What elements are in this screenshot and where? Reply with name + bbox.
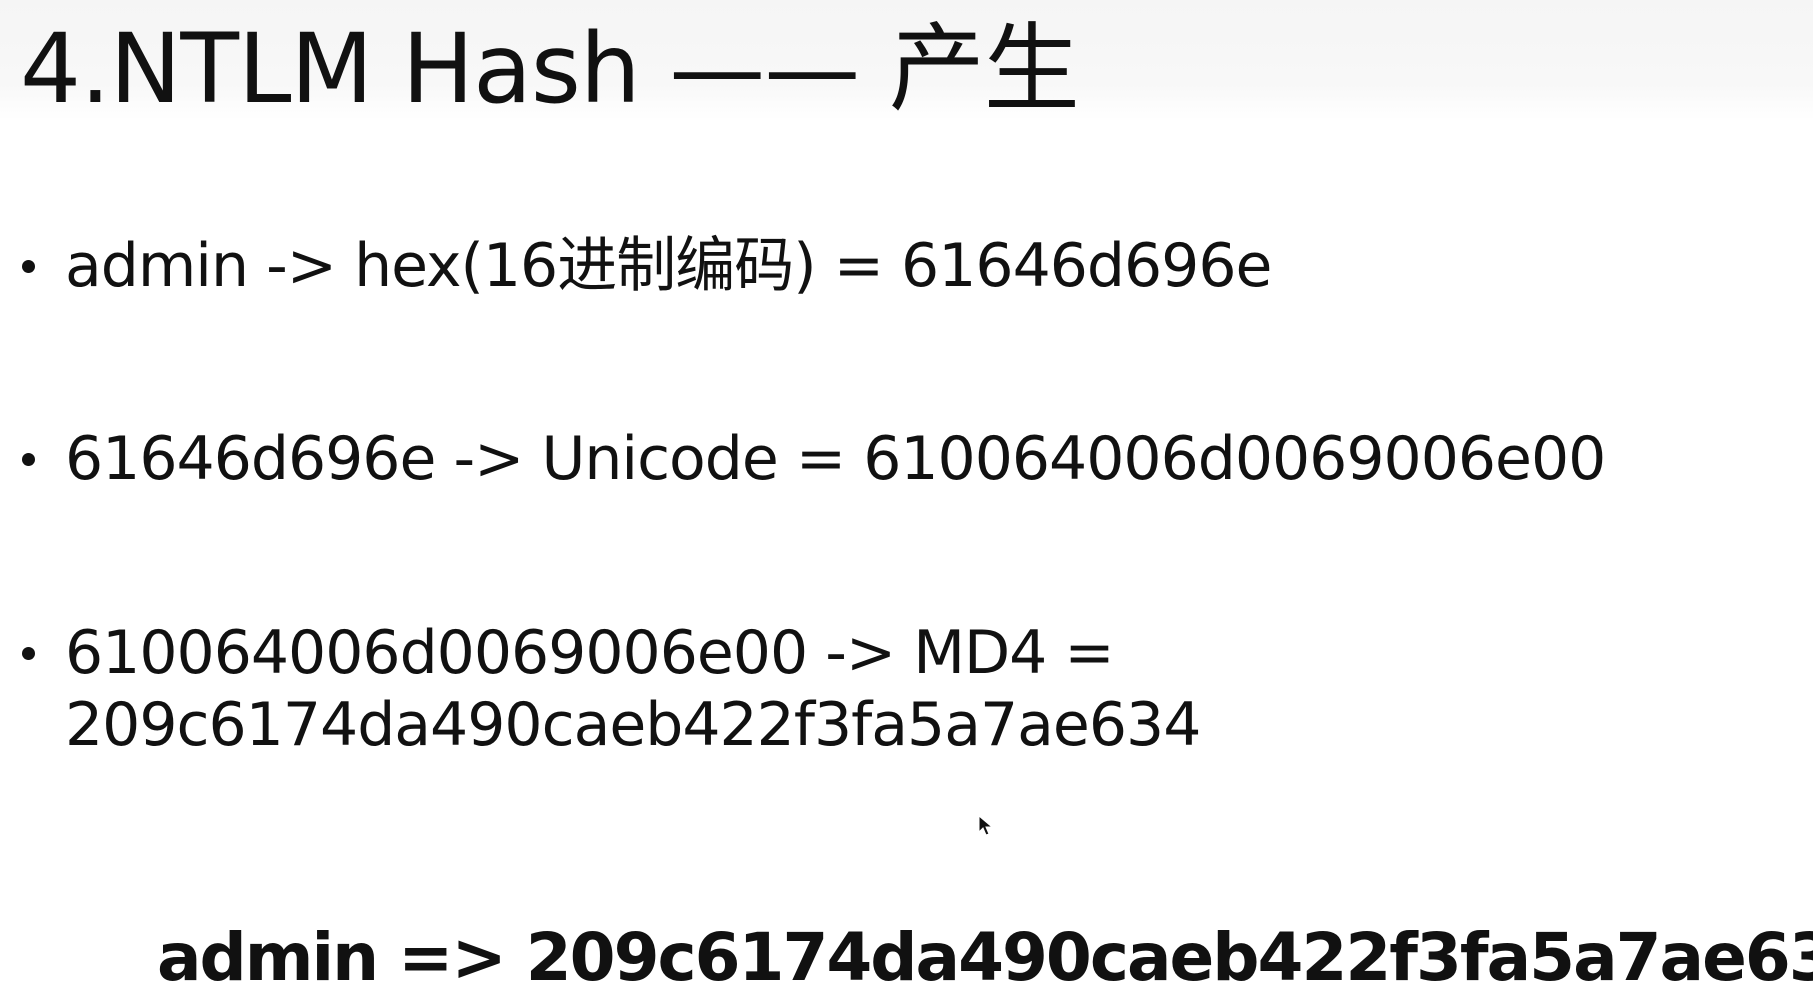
- title-bar: 4.NTLM Hash —— 产生: [0, 0, 1813, 124]
- slide-title: 4.NTLM Hash —— 产生: [20, 13, 1080, 125]
- summary-result: admin => 209c6174da490caeb422f3fa5a7ae63…: [157, 919, 1813, 996]
- bullet-item: 610064006d0069006e00 -> MD4 = 209c6174da…: [22, 617, 1201, 761]
- slide: 4.NTLM Hash —— 产生 admin -> hex(16进制编码) =…: [0, 0, 1813, 1005]
- bullet-text: admin -> hex(16进制编码) = 61646d696e: [65, 230, 1272, 302]
- bullet-item: 61646d696e -> Unicode = 610064006d006900…: [22, 423, 1606, 495]
- bullet-line: 209c6174da490caeb422f3fa5a7ae634: [65, 690, 1201, 760]
- bullet-line: 610064006d0069006e00 -> MD4 =: [65, 618, 1115, 688]
- bullet-line: 61646d696e -> Unicode = 610064006d006900…: [65, 424, 1606, 494]
- bullet-dot-icon: [22, 260, 35, 273]
- bullet-text: 61646d696e -> Unicode = 610064006d006900…: [65, 423, 1606, 495]
- bullet-text: 610064006d0069006e00 -> MD4 = 209c6174da…: [65, 617, 1201, 761]
- bullet-line: admin -> hex(16进制编码) = 61646d696e: [65, 231, 1272, 301]
- bullet-dot-icon: [22, 647, 35, 660]
- bullet-item: admin -> hex(16进制编码) = 61646d696e: [22, 230, 1272, 302]
- bullet-dot-icon: [22, 453, 35, 466]
- mouse-pointer-icon: [978, 815, 994, 836]
